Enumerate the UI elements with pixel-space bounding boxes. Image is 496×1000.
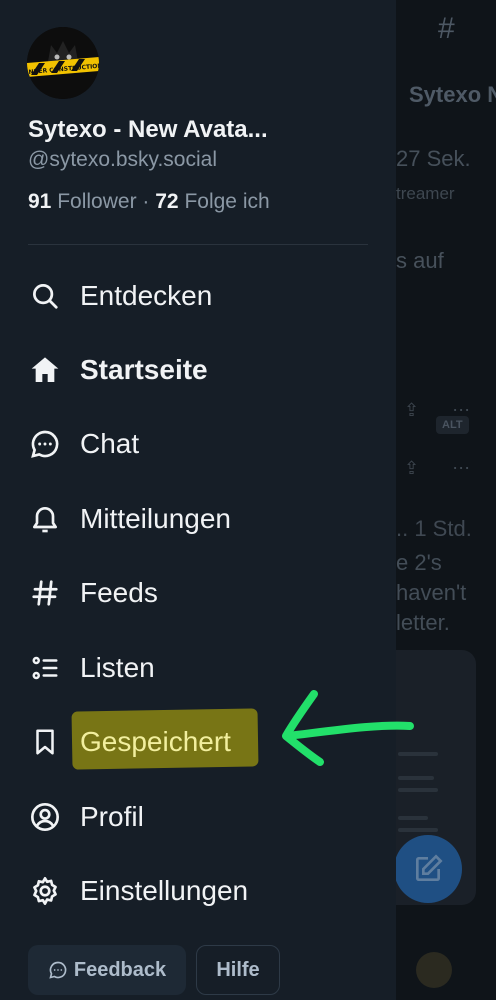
list-icon bbox=[28, 651, 62, 685]
feedback-button[interactable]: Feedback bbox=[28, 945, 186, 995]
feed-line-3: letter. bbox=[396, 610, 450, 635]
card-line bbox=[398, 828, 438, 832]
nav-label: Entdecken bbox=[80, 280, 213, 311]
followers-count[interactable]: 91 bbox=[28, 190, 51, 213]
nav-label: Gespeichert bbox=[80, 726, 231, 757]
bottom-avatar[interactable] bbox=[416, 952, 452, 988]
card-line bbox=[398, 776, 434, 780]
search-icon bbox=[28, 279, 62, 313]
feed-time-2: .. 1 Std. bbox=[396, 516, 472, 541]
count-separator: · bbox=[142, 190, 150, 213]
following-label[interactable]: Folge ich bbox=[184, 190, 269, 213]
nav-item-einstellungen[interactable]: Einstellungen bbox=[28, 866, 368, 916]
navigation-drawer: UNDER CONSTRUCTION Sytexo - New Avata...… bbox=[0, 0, 414, 1000]
home-icon bbox=[28, 353, 62, 387]
handle: @sytexo.bsky.social bbox=[28, 148, 217, 171]
bell-icon bbox=[28, 502, 62, 536]
following-count[interactable]: 72 bbox=[155, 190, 178, 213]
feed-line-2: haven't bbox=[396, 580, 467, 605]
nav-item-profil[interactable]: Profil bbox=[28, 792, 368, 842]
card-line bbox=[398, 788, 438, 792]
compose-icon bbox=[416, 854, 443, 881]
feedback-label: Feedback bbox=[73, 958, 167, 981]
divider bbox=[28, 244, 368, 245]
feed-text: s auf bbox=[396, 248, 444, 273]
bookmark-icon bbox=[28, 725, 62, 759]
feed-hash-icon: # bbox=[438, 12, 455, 45]
feed-time: 27 Sek. bbox=[396, 146, 471, 171]
alt-badge: ALT bbox=[436, 416, 469, 434]
nav-label: Feeds bbox=[80, 577, 158, 608]
follow-counts: 91 Follower · 72 Folge ich bbox=[28, 190, 270, 214]
card-line bbox=[398, 816, 428, 820]
nav-item-startseite[interactable]: Startseite bbox=[28, 345, 368, 395]
annotation-arrow bbox=[282, 690, 414, 766]
nav-label: Chat bbox=[80, 428, 140, 459]
nav-item-mitteilungen[interactable]: Mitteilungen bbox=[28, 494, 368, 544]
gear-icon bbox=[28, 874, 62, 908]
hash-icon bbox=[28, 576, 62, 610]
help-label: Hilfe bbox=[216, 958, 260, 981]
help-button[interactable]: Hilfe bbox=[196, 945, 280, 995]
nav-item-feeds[interactable]: Feeds bbox=[28, 568, 368, 618]
nav-label: Startseite bbox=[80, 354, 208, 385]
display-name[interactable]: Sytexo - New Avata... bbox=[28, 116, 268, 144]
feed-line-1: e 2's bbox=[396, 550, 442, 575]
nav-label: Einstellungen bbox=[80, 875, 249, 906]
nav-item-chat[interactable]: Chat bbox=[28, 419, 368, 469]
under-construction-avatar-icon: UNDER CONSTRUCTION bbox=[27, 27, 99, 99]
nav-item-entdecken[interactable]: Entdecken bbox=[28, 271, 368, 321]
nav-label: Profil bbox=[80, 801, 144, 832]
chat-icon bbox=[28, 427, 62, 461]
feed-handle: treamer bbox=[396, 184, 455, 203]
feedback-icon bbox=[48, 960, 68, 980]
compose-button[interactable] bbox=[394, 835, 462, 903]
followers-label[interactable]: Follower bbox=[57, 190, 136, 213]
feed-author: Sytexo N bbox=[409, 82, 496, 107]
nav-label: Mitteilungen bbox=[80, 503, 231, 534]
profile-icon bbox=[28, 800, 62, 834]
feed-action-icons-2: ⇪ ⋯ bbox=[404, 458, 485, 478]
nav-label: Listen bbox=[80, 652, 155, 683]
avatar[interactable]: UNDER CONSTRUCTION bbox=[27, 27, 99, 99]
